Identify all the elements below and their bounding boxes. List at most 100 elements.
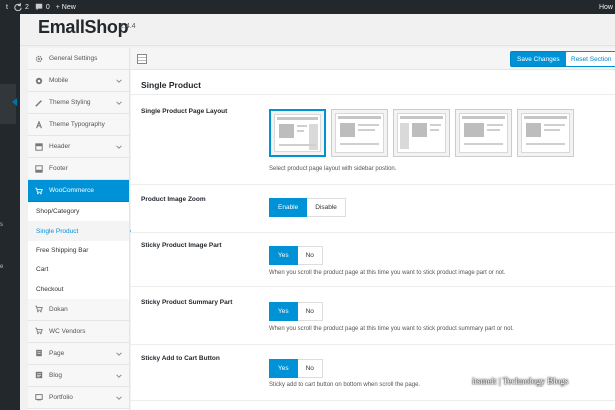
sticky-cart-description: Sticky add to cart button on bottom when… — [269, 382, 421, 388]
nav-item-wc-vendors[interactable]: WC Vendors — [28, 320, 129, 343]
options-panel: Save Changes Reset Section Single Produc… — [131, 48, 615, 410]
admin-bar-fragment[interactable]: t — [6, 4, 8, 11]
layout-description: Select product page layout with sidebar … — [269, 166, 397, 172]
layout-option-left-sidebar[interactable] — [269, 109, 326, 157]
sticky-cart-yes-button[interactable]: Yes — [269, 359, 298, 378]
nav-item-label: Theme Typography — [49, 121, 105, 128]
theme-version: 2.4.4 — [120, 23, 136, 30]
zoom-enable-button[interactable]: Enable — [269, 198, 308, 217]
nav-item-blog[interactable]: Blog — [28, 364, 129, 387]
admin-bar: t 2 0 + New How — [0, 0, 615, 14]
theme-title: EmallShop — [38, 17, 129, 37]
chevron-down-icon — [116, 101, 122, 105]
section-title: Single Product — [141, 80, 201, 90]
nav-item-portfolio[interactable]: Portfolio — [28, 386, 129, 409]
nav-item-label: Portfolio — [49, 393, 73, 401]
updates-item[interactable]: 2 — [14, 3, 29, 11]
comments-item[interactable]: 0 — [35, 3, 50, 11]
nav-item-general-settings[interactable]: General Settings — [28, 48, 129, 70]
sticky-image-description: When you scroll the product page at this… — [269, 270, 506, 276]
sticky-summary-no-button[interactable]: No — [297, 302, 323, 321]
sticky-summary-label: Sticky Product Summary Part — [141, 299, 233, 306]
page-icon — [35, 349, 43, 357]
layout-thumbnail — [274, 114, 321, 152]
layout-option-full-width[interactable] — [455, 109, 512, 157]
nav-sub-free-shipping-bar[interactable]: Free Shipping Bar — [28, 240, 129, 261]
reset-section-button[interactable]: Reset Section — [565, 51, 615, 67]
nav-item-theme-typography[interactable]: Theme Typography — [28, 114, 129, 136]
new-item[interactable]: + New — [56, 4, 76, 11]
sticky-summary-yes-button[interactable]: Yes — [269, 302, 298, 321]
nav-sub-single-product[interactable]: Single Product — [28, 221, 135, 241]
brush-icon — [35, 99, 43, 107]
save-changes-button[interactable]: Save Changes — [510, 51, 567, 67]
nav-item-mobile[interactable]: Mobile — [28, 70, 129, 92]
chevron-down-icon — [116, 145, 122, 149]
expand-options-icon[interactable] — [137, 54, 147, 64]
sticky-summary-description: When you scroll the product page at this… — [269, 326, 514, 332]
nav-item-label: Header — [49, 143, 71, 150]
layout-thumbnail — [459, 113, 508, 153]
nav-item-label: Mobile — [49, 77, 69, 84]
zoom-disable-button[interactable]: Disable — [307, 198, 346, 217]
sticky-image-yes-button[interactable]: Yes — [269, 246, 298, 265]
account-item[interactable]: How — [599, 4, 613, 11]
layout-picker — [269, 109, 574, 157]
sticky-summary-toggle: Yes No — [269, 302, 323, 321]
zoom-toggle: Enable Disable — [269, 198, 346, 217]
menu-fragment[interactable]: s — [0, 222, 3, 228]
layout-option-no-sidebar[interactable] — [331, 109, 388, 157]
nav-item-label: Dokan — [49, 305, 68, 313]
nav-item-theme-styling[interactable]: Theme Styling — [28, 92, 129, 114]
divider — [131, 344, 615, 345]
nav-item-label: WC Vendors — [49, 327, 86, 335]
chevron-down-icon — [116, 352, 122, 356]
menu-fragment[interactable]: e — [0, 264, 3, 270]
divider — [131, 232, 615, 233]
current-menu-arrow — [12, 98, 17, 106]
nav-item-woocommerce[interactable]: WooCommerce — [28, 180, 129, 202]
zoom-label: Product Image Zoom — [141, 196, 206, 203]
sticky-cart-label: Sticky Add to Cart Button — [141, 355, 220, 362]
nav-item-label: Footer — [49, 165, 68, 172]
nav-item-page[interactable]: Page — [28, 342, 129, 365]
options-header: EmallShop 2.4.4 — [20, 14, 615, 46]
chevron-down-icon — [116, 79, 122, 83]
nav-sub-shop-category[interactable]: Shop/Category — [28, 202, 129, 222]
wp-admin-menu: s e — [0, 14, 20, 410]
watermark: itsmeit | Technology Blogs — [472, 376, 569, 386]
options-toolbar: Save Changes Reset Section — [131, 48, 615, 70]
layout-thumbnail — [397, 113, 446, 153]
divider — [131, 286, 615, 287]
sticky-cart-toggle: Yes No — [269, 359, 323, 378]
comments-count: 0 — [45, 3, 50, 11]
sticky-image-label: Sticky Product Image Part — [141, 242, 222, 249]
nav-item-dokan[interactable]: Dokan — [28, 298, 129, 321]
nav-item-label: WooCommerce — [49, 187, 95, 194]
layout-thumbnail — [335, 113, 384, 153]
layout-label: Single Product Page Layout — [141, 108, 228, 115]
sticky-image-no-button[interactable]: No — [297, 246, 323, 265]
layout-option-wide[interactable] — [517, 109, 574, 157]
divider — [131, 94, 615, 95]
blog-icon — [35, 371, 43, 379]
nav-item-footer[interactable]: Footer — [28, 158, 129, 180]
mobile-icon — [35, 77, 43, 85]
sticky-cart-no-button[interactable]: No — [297, 359, 323, 378]
nav-item-header[interactable]: Header — [28, 136, 129, 158]
layout-option-right-sidebar[interactable] — [393, 109, 450, 157]
refresh-icon — [14, 3, 22, 11]
nav-sub-checkout[interactable]: Checkout — [28, 279, 129, 299]
cart-icon — [35, 187, 43, 195]
nav-item-label: Page — [49, 349, 65, 357]
chevron-down-icon — [116, 374, 122, 378]
nav-item-label: Blog — [49, 371, 63, 379]
nav-sub-cart[interactable]: Cart — [28, 260, 129, 280]
chevron-down-icon — [116, 396, 122, 400]
updates-count: 2 — [24, 3, 29, 11]
layout-thumbnail — [521, 113, 570, 153]
sticky-image-toggle: Yes No — [269, 246, 323, 265]
portfolio-icon — [35, 393, 43, 401]
nav-item-label: General Settings — [49, 55, 98, 62]
gear-icon — [35, 55, 43, 63]
